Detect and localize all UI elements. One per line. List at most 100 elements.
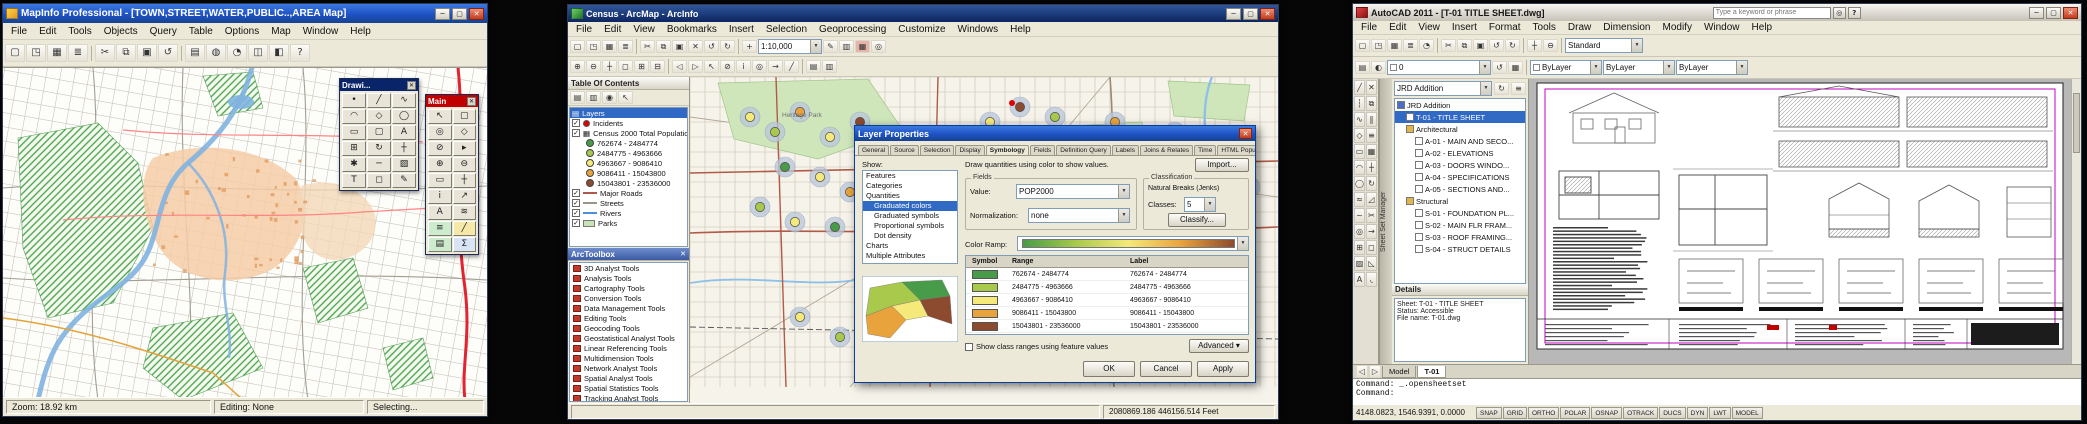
toc-window-icon[interactable]: ▤ bbox=[806, 60, 821, 73]
toggle-osnap[interactable]: OSNAP bbox=[1591, 407, 1622, 419]
mtext-tool[interactable]: A bbox=[1354, 272, 1365, 287]
tab-labels[interactable]: Labels bbox=[1112, 145, 1139, 155]
tab-scroll-left-icon[interactable]: ◁ bbox=[1356, 365, 1368, 378]
sheet-item[interactable]: A-03 - DOORS WINDO... bbox=[1395, 159, 1525, 171]
graph-select-tool[interactable]: ▸ bbox=[453, 141, 477, 156]
pan-tool[interactable]: ┼ bbox=[453, 173, 477, 188]
tab-scroll-right-icon[interactable]: ▷ bbox=[1369, 365, 1381, 378]
autocad-menu-tools[interactable]: Tools bbox=[1527, 21, 1562, 34]
help-icon[interactable]: ? bbox=[290, 44, 310, 62]
normalization-combo[interactable]: none▼ bbox=[1028, 208, 1130, 223]
main-palette-titlebar[interactable]: Main ✕ bbox=[426, 95, 478, 107]
text-style-combo[interactable]: Standard▼ bbox=[1565, 38, 1643, 53]
revision-cloud-tool[interactable]: ≈ bbox=[1354, 192, 1365, 207]
sheet-set-root[interactable]: JRD Addition bbox=[1395, 99, 1525, 111]
sheet-item[interactable]: A-05 - SECTIONS AND... bbox=[1395, 183, 1525, 195]
toggle-ortho[interactable]: ORTHO bbox=[1528, 407, 1559, 419]
sheet-set-refresh-icon[interactable]: ↻ bbox=[1494, 82, 1509, 95]
sheet-item[interactable]: S-04 - STRUCT DETAILS bbox=[1395, 243, 1525, 255]
change-view-tool[interactable]: ▭ bbox=[428, 173, 452, 188]
layer-states-icon[interactable]: ◐ bbox=[1371, 61, 1386, 74]
redo-icon[interactable]: ↻ bbox=[720, 40, 735, 53]
text-tool[interactable]: A bbox=[392, 125, 416, 140]
arccatalog-icon[interactable]: ▥ bbox=[839, 40, 854, 53]
toolbox-item[interactable]: Geostatistical Analyst Tools bbox=[570, 333, 687, 343]
fillet-tool[interactable]: ◟ bbox=[1366, 272, 1377, 287]
arc-tool[interactable]: ◠ bbox=[1354, 160, 1365, 175]
tab-selection[interactable]: Selection bbox=[920, 145, 955, 155]
ellipse-tool[interactable]: ◯ bbox=[392, 109, 416, 124]
sheet-item[interactable]: A-02 - ELEVATIONS bbox=[1395, 147, 1525, 159]
hatch-tool[interactable]: ▨ bbox=[1354, 256, 1365, 271]
symbol-table-row[interactable]: 9086411 - 150438009086411 - 15043800 bbox=[966, 307, 1248, 320]
tab-time[interactable]: Time bbox=[1194, 145, 1216, 155]
tab-joins-relates[interactable]: Joins & Relates bbox=[1140, 145, 1193, 155]
maximize-icon[interactable]: ▢ bbox=[1243, 8, 1258, 20]
symbol-table-row[interactable]: 762674 - 2484774762674 - 2484774 bbox=[966, 268, 1248, 281]
print-icon[interactable]: ≣ bbox=[68, 44, 88, 62]
show-item[interactable]: Proportional symbols bbox=[863, 221, 957, 231]
chamfer-tool[interactable]: ◺ bbox=[1366, 256, 1377, 271]
zoom-out-tool[interactable]: ⊖ bbox=[453, 157, 477, 172]
measure-icon[interactable]: ╱ bbox=[784, 60, 799, 73]
layer-properties-manager-icon[interactable]: ▤ bbox=[1355, 61, 1370, 74]
color-ramp-combo[interactable]: ▼ bbox=[1017, 236, 1249, 251]
rotate-tool[interactable]: ↻ bbox=[1366, 176, 1377, 191]
mapinfo-menu-map[interactable]: Map bbox=[265, 25, 296, 38]
toc-layer-row[interactable]: 762674 - 2484774 bbox=[570, 138, 687, 148]
mapinfo-menu-objects[interactable]: Objects bbox=[98, 25, 144, 38]
line-tool[interactable]: ╱ bbox=[1354, 80, 1365, 95]
symbol-classes-table[interactable]: SymbolRangeLabel762674 - 2484774762674 -… bbox=[965, 255, 1249, 335]
layer-properties-dialog[interactable]: Layer Properties ✕ GeneralSourceSelectio… bbox=[854, 125, 1256, 383]
new-browser-icon[interactable]: ▤ bbox=[185, 44, 205, 62]
vertical-scrollbar[interactable] bbox=[2071, 79, 2081, 364]
paste-icon[interactable]: ▣ bbox=[1473, 39, 1488, 52]
sheet-group[interactable]: Structural bbox=[1395, 195, 1525, 207]
ruler-icon[interactable]: ╱ bbox=[453, 221, 477, 236]
selecting-status[interactable]: Selecting... bbox=[367, 400, 484, 414]
show-item[interactable]: Features bbox=[863, 171, 957, 181]
new-map-icon[interactable]: ▢ bbox=[570, 40, 585, 53]
toc-tree[interactable]: ▤Layers✓Incidents✓▦Census 2000 Total Pop… bbox=[569, 107, 688, 247]
layer-control-icon[interactable]: ≡ bbox=[428, 221, 452, 236]
arcmap-menu-edit[interactable]: Edit bbox=[598, 23, 627, 36]
new-redistricter-icon[interactable]: ◧ bbox=[269, 44, 289, 62]
sheet-set-manager-title-strip[interactable]: Sheet Set Manager bbox=[1379, 79, 1392, 364]
mapinfo-menu-tools[interactable]: Tools bbox=[62, 25, 97, 38]
arctoolbox-panel-header[interactable]: ArcToolbox ✕ bbox=[568, 248, 689, 261]
sheet-item[interactable]: T-01 - TITLE SHEET bbox=[1395, 111, 1525, 123]
statistics-icon[interactable]: Σ bbox=[453, 237, 477, 252]
mapinfo-menu-table[interactable]: Table bbox=[183, 25, 219, 38]
toc-layer-row[interactable]: ✓Rivers bbox=[570, 208, 687, 218]
sheet-list-tree[interactable]: JRD AdditionT-01 - TITLE SHEETArchitectu… bbox=[1394, 98, 1526, 284]
autocad-menu-edit[interactable]: Edit bbox=[1383, 21, 1412, 34]
tab-definition-query[interactable]: Definition Query bbox=[1056, 145, 1111, 155]
zoom-realtime-icon[interactable]: ⊖ bbox=[1543, 39, 1558, 52]
drawing-palette-titlebar[interactable]: Drawi... ✕ bbox=[340, 79, 418, 91]
autocad-menu-help[interactable]: Help bbox=[1746, 21, 1779, 34]
command-line[interactable]: Command: _.opensheetsetCommand: bbox=[1353, 378, 2081, 404]
sheet-set-combo[interactable]: JRD Addition▼ bbox=[1394, 81, 1492, 96]
add-node-tool[interactable]: ┼ bbox=[392, 141, 416, 156]
scale-tool[interactable]: ◿ bbox=[1366, 192, 1377, 207]
polyline-tool[interactable]: ∿ bbox=[1354, 112, 1365, 127]
zoom-in-tool[interactable]: ⊕ bbox=[428, 157, 452, 172]
pan-icon[interactable]: ┼ bbox=[602, 60, 617, 73]
mapinfo-menu-window[interactable]: Window bbox=[297, 25, 345, 38]
mapinfo-map-area[interactable]: Drawi... ✕ •╱∿◠◇◯▭▢A⊞↻┼✱─▨T◻✎ Main ✕ ↖▢◎… bbox=[3, 67, 487, 397]
lineweight-combo[interactable]: ByLayer▼ bbox=[1676, 60, 1748, 75]
mapinfo-menu-help[interactable]: Help bbox=[344, 25, 377, 38]
advanced-button[interactable]: Advanced ▾ bbox=[1189, 339, 1249, 353]
toolbox-item[interactable]: Analysis Tools bbox=[570, 273, 687, 283]
classify-button[interactable]: Classify... bbox=[1168, 213, 1226, 227]
break-tool[interactable]: ◻ bbox=[1366, 240, 1377, 255]
toolbox-item[interactable]: Tracking Analyst Tools bbox=[570, 393, 687, 402]
clear-selection-icon[interactable]: ⊘ bbox=[720, 60, 735, 73]
toolbox-item[interactable]: Conversion Tools bbox=[570, 293, 687, 303]
close-icon[interactable]: ✕ bbox=[1260, 8, 1275, 20]
toolbox-item[interactable]: 3D Analyst Tools bbox=[570, 263, 687, 273]
polyline-tool[interactable]: ∿ bbox=[392, 93, 416, 108]
construction-line-tool[interactable]: ┆ bbox=[1354, 96, 1365, 111]
new-layout-icon[interactable]: ◫ bbox=[248, 44, 268, 62]
classes-combo[interactable]: 5▼ bbox=[1184, 197, 1216, 212]
